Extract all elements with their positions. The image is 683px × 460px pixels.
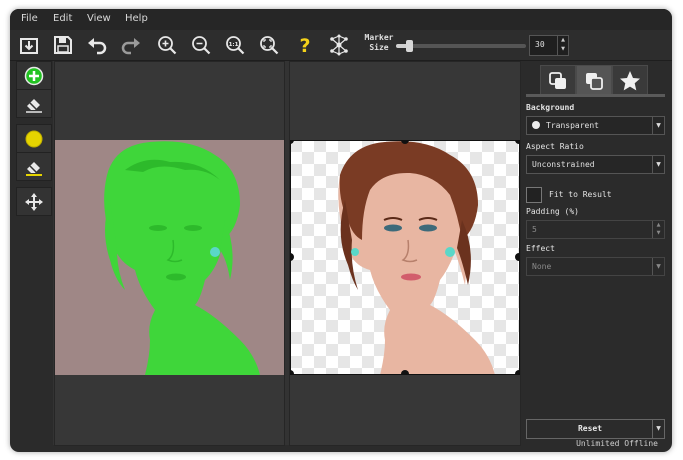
properties-panel: Background Transparent ▼ Aspect Ratio Un… [522, 61, 672, 441]
marker-size-label: Marker Size [361, 33, 397, 53]
network-button[interactable] [327, 33, 351, 57]
result-pane[interactable] [289, 61, 521, 446]
chevron-down-icon[interactable]: ▼ [652, 117, 664, 134]
menu-bar: File Edit View Help [10, 9, 672, 30]
redo-icon [121, 38, 140, 55]
app-window: File Edit View Help 1:1 ? Marker Size 30… [10, 9, 672, 452]
aspect-ratio-value: Unconstrained [532, 160, 595, 169]
keep-color-marker-button[interactable] [16, 124, 52, 153]
tab-background[interactable] [540, 65, 576, 96]
save-to-file-button[interactable] [17, 33, 41, 57]
tab-underline [526, 94, 665, 97]
eraser-yellow-icon [26, 161, 42, 176]
menu-help[interactable]: Help [125, 13, 148, 24]
background-dropdown[interactable]: Transparent ▼ [526, 116, 665, 135]
effect-value: None [532, 262, 552, 271]
fit-to-result-checkbox[interactable] [526, 187, 542, 203]
svg-text:?: ? [299, 35, 310, 55]
spin-down-icon[interactable]: ▼ [558, 45, 568, 54]
aspect-ratio-dropdown[interactable]: Unconstrained ▼ [526, 155, 665, 174]
menu-file[interactable]: File [21, 13, 38, 24]
effect-dropdown[interactable]: None ▼ [526, 257, 665, 276]
fit-to-window-button[interactable] [257, 33, 281, 57]
reset-label: Reset [577, 424, 603, 433]
star-tab-icon [620, 70, 640, 90]
eraser-button[interactable] [16, 89, 52, 118]
marker-label-line2: Size [369, 43, 389, 52]
left-toolbar [14, 61, 52, 439]
add-marker-icon [24, 66, 44, 85]
marker-size-slider-thumb[interactable] [406, 40, 413, 52]
menu-edit[interactable]: Edit [53, 13, 72, 24]
foreground-tab-icon [586, 72, 603, 90]
tab-effects[interactable] [612, 65, 648, 96]
padding-value[interactable]: 5 [532, 225, 537, 234]
toolbar: 1:1 ? Marker Size 30 ▲ ▼ [10, 30, 672, 61]
marker-size-spin-arrows[interactable]: ▲ ▼ [557, 36, 568, 55]
result-image[interactable] [290, 140, 520, 375]
marker-size-slider[interactable] [396, 40, 526, 52]
background-tab-icon [549, 71, 566, 89]
actual-size-button[interactable]: 1:1 [223, 33, 247, 57]
spin-arrows-icon[interactable]: ▲ ▼ [652, 221, 664, 238]
move-icon [25, 192, 43, 211]
save-to-file-icon [20, 38, 38, 54]
reset-button[interactable]: Reset ▼ [526, 419, 665, 439]
eraser-icon [26, 98, 42, 113]
background-value: Transparent [546, 121, 599, 130]
redo-button[interactable] [119, 33, 143, 57]
help-icon: ? [299, 35, 310, 55]
save-button[interactable] [51, 33, 75, 57]
marker-size-value[interactable]: 30 [535, 40, 545, 49]
svg-text:1:1: 1:1 [229, 42, 239, 48]
zoom-in-icon [158, 36, 177, 55]
chevron-down-icon[interactable]: ▼ [652, 420, 664, 438]
undo-button[interactable] [85, 33, 109, 57]
fit-to-window-icon [260, 36, 279, 55]
aspect-ratio-label: Aspect Ratio [526, 142, 584, 151]
source-pane[interactable] [54, 61, 285, 446]
status-text: Unlimited Offline [576, 439, 658, 448]
menu-view[interactable]: View [87, 13, 111, 24]
zoom-out-icon [192, 36, 211, 55]
marker-label-line1: Marker [364, 33, 394, 42]
eraser-yellow-button[interactable] [16, 152, 52, 181]
zoom-out-button[interactable] [189, 33, 213, 57]
source-image[interactable] [55, 140, 284, 375]
effect-label: Effect [526, 244, 555, 253]
padding-spinbox[interactable]: 5 ▲ ▼ [526, 220, 665, 239]
background-label: Background [526, 103, 575, 112]
spin-up-icon[interactable]: ▲ [558, 36, 568, 45]
undo-icon [88, 38, 107, 55]
zoom-in-button[interactable] [155, 33, 179, 57]
marker-size-spinbox[interactable]: 30 ▲ ▼ [529, 35, 569, 56]
move-button[interactable] [16, 187, 52, 216]
canvas-area [53, 61, 521, 446]
padding-label: Padding (%) [526, 207, 579, 216]
fit-to-result-label: Fit to Result [549, 190, 612, 199]
help-button[interactable]: ? [293, 33, 317, 57]
keep-color-marker-icon [25, 130, 43, 147]
chevron-down-icon[interactable]: ▼ [652, 156, 664, 173]
save-icon [54, 36, 72, 54]
actual-size-icon: 1:1 [226, 36, 245, 55]
chevron-down-icon[interactable]: ▼ [652, 258, 664, 275]
add-marker-button[interactable] [16, 61, 52, 90]
network-icon [330, 34, 348, 56]
tab-foreground[interactable] [576, 65, 612, 96]
status-bar: Unlimited Offline [10, 438, 672, 452]
transparent-swatch-icon [532, 121, 540, 129]
